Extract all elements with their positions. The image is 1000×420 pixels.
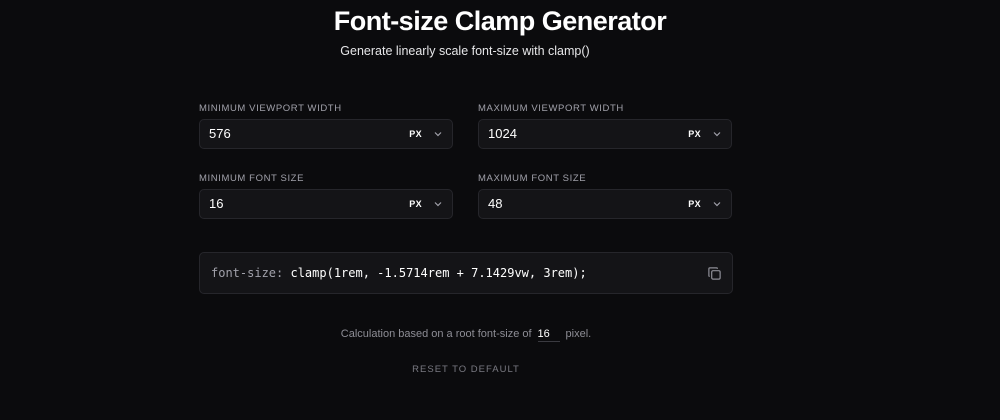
max-font-unit[interactable]: PX bbox=[688, 190, 701, 218]
root-font-size-input[interactable]: 16 bbox=[537, 328, 560, 342]
chevron-down-icon[interactable] bbox=[433, 129, 443, 139]
min-viewport-label: MINIMUM VIEWPORT WIDTH bbox=[199, 103, 342, 114]
clamp-output-code: font-size: clamp(1rem, -1.5714rem + 7.14… bbox=[211, 253, 587, 293]
max-font-input[interactable]: 48 bbox=[488, 190, 502, 218]
chevron-down-icon[interactable] bbox=[433, 199, 443, 209]
clamp-output-box: font-size: clamp(1rem, -1.5714rem + 7.14… bbox=[199, 252, 733, 294]
calc-prefix: Calculation based on a root font-size of bbox=[340, 328, 532, 340]
max-viewport-field[interactable]: 1024 PX bbox=[478, 119, 732, 149]
chevron-down-icon[interactable] bbox=[712, 129, 722, 139]
min-font-label: MINIMUM FONT SIZE bbox=[199, 173, 305, 184]
page-title: Font-size Clamp Generator bbox=[333, 6, 667, 36]
max-font-label: MAXIMUM FONT SIZE bbox=[478, 173, 587, 184]
css-property: font-size: bbox=[211, 266, 284, 280]
calc-suffix: pixel. bbox=[565, 328, 592, 340]
page-subtitle: Generate linearly scale font-size with c… bbox=[340, 44, 590, 58]
chevron-down-icon[interactable] bbox=[712, 199, 722, 209]
max-font-field[interactable]: 48 PX bbox=[478, 189, 732, 219]
max-viewport-label: MAXIMUM VIEWPORT WIDTH bbox=[478, 103, 624, 114]
clamp-generator-page: Font-size Clamp Generator Generate linea… bbox=[0, 0, 1000, 420]
copy-icon[interactable] bbox=[707, 266, 722, 281]
min-font-input[interactable]: 16 bbox=[209, 190, 223, 218]
css-value: clamp(1rem, -1.5714rem + 7.1429vw, 3rem)… bbox=[290, 266, 587, 280]
min-viewport-input[interactable]: 576 bbox=[209, 120, 231, 148]
calculation-note: Calculation based on a root font-size of… bbox=[0, 328, 932, 342]
min-font-field[interactable]: 16 PX bbox=[199, 189, 453, 219]
reset-to-default-button[interactable]: RESET TO DEFAULT bbox=[0, 364, 932, 375]
min-viewport-unit[interactable]: PX bbox=[409, 120, 422, 148]
max-viewport-unit[interactable]: PX bbox=[688, 120, 701, 148]
max-viewport-input[interactable]: 1024 bbox=[488, 120, 517, 148]
min-viewport-field[interactable]: 576 PX bbox=[199, 119, 453, 149]
min-font-unit[interactable]: PX bbox=[409, 190, 422, 218]
